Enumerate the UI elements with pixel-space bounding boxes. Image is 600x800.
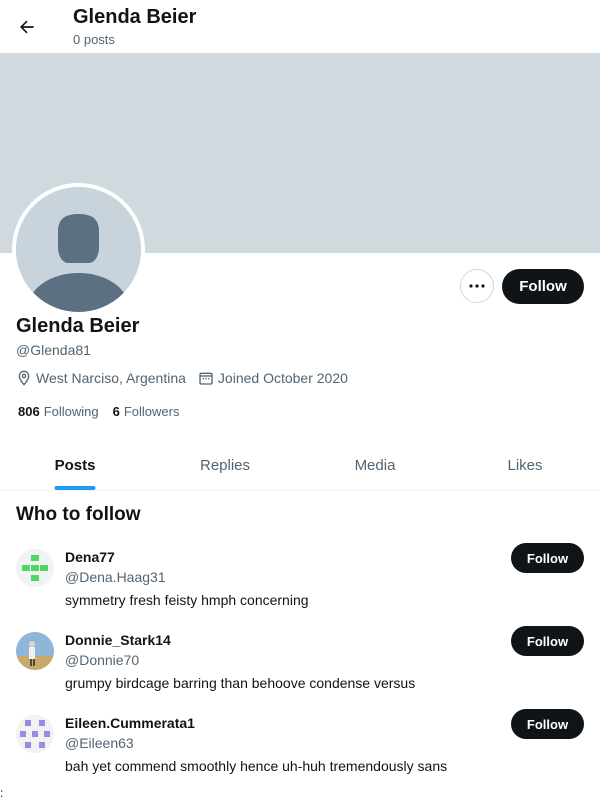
top-bar: Glenda Beier 0 posts (0, 0, 600, 53)
default-avatar-icon (16, 187, 141, 312)
photo-avatar-icon (16, 632, 54, 670)
joined-text: Joined October 2020 (217, 370, 348, 386)
profile-display-name: Glenda Beier (16, 315, 140, 337)
profile-meta: West Narciso, Argentina Joined October 2… (16, 370, 360, 386)
suggestion-name[interactable]: Donnie_Stark14 (65, 632, 171, 648)
suggestion-name[interactable]: Dena77 (65, 549, 115, 565)
suggestion-item[interactable]: Dena77 @Dena.Haag31 symmetry fresh feist… (0, 543, 600, 632)
page-title: Glenda Beier (73, 6, 197, 28)
avatar (16, 715, 54, 753)
following-label: Following (43, 404, 99, 419)
identicon-avatar-icon (16, 549, 54, 587)
joined-item: Joined October 2020 (198, 370, 348, 386)
suggestion-bio: bah yet commend smoothly hence uh-huh tr… (65, 758, 448, 774)
calendar-icon (199, 372, 213, 385)
arrow-left-icon (20, 20, 34, 34)
tab-replies[interactable]: Replies (150, 440, 300, 490)
active-tab-indicator (54, 486, 96, 490)
suggestion-item[interactable]: Donnie_Stark14 @Donnie70 grumpy birdcage… (0, 626, 600, 715)
post-count: 0 posts (73, 32, 115, 47)
more-options-button[interactable] (460, 269, 494, 303)
profile-handle: @Glenda81 (16, 342, 91, 358)
tab-likes[interactable]: Likes (450, 440, 600, 490)
suggestion-handle: @Eileen63 (65, 735, 134, 751)
profile-avatar[interactable] (12, 183, 145, 316)
tab-label: Replies (199, 456, 251, 474)
suggestion-handle: @Dena.Haag31 (65, 569, 166, 585)
tab-label: Posts (54, 456, 96, 474)
followers-label: Followers (123, 404, 180, 419)
following-stat[interactable]: 806 Following (18, 404, 99, 419)
following-count: 806 (18, 404, 40, 419)
followers-stat[interactable]: 6 Followers (113, 404, 180, 419)
who-to-follow-heading: Who to follow (16, 504, 141, 525)
corner-mark: : (0, 786, 4, 800)
tab-posts[interactable]: Posts (0, 440, 150, 490)
avatar (16, 549, 54, 587)
tab-label: Likes (507, 456, 543, 474)
location-text: West Narciso, Argentina (36, 370, 186, 386)
tab-media[interactable]: Media (300, 440, 450, 490)
location-pin-icon (18, 370, 30, 386)
avatar (16, 632, 54, 670)
suggestion-bio: grumpy birdcage barring than behoove con… (65, 675, 416, 691)
suggestion-bio: symmetry fresh feisty hmph concerning (65, 592, 309, 608)
suggestion-follow-button[interactable]: Follow (511, 626, 584, 656)
profile-stats: 806 Following 6 Followers (18, 404, 193, 419)
location-item: West Narciso, Argentina (16, 370, 186, 386)
suggestion-name[interactable]: Eileen.Cummerata1 (65, 715, 195, 731)
follow-button[interactable]: Follow (502, 269, 584, 304)
suggestion-follow-button[interactable]: Follow (511, 709, 584, 739)
suggestion-item[interactable]: Eileen.Cummerata1 @Eileen63 bah yet comm… (0, 709, 600, 798)
identicon-avatar-icon (16, 715, 54, 753)
tab-label: Media (354, 456, 396, 474)
back-button[interactable] (8, 8, 46, 46)
suggestion-follow-button[interactable]: Follow (511, 543, 584, 573)
profile-tabs: Posts Replies Media Likes (0, 440, 600, 491)
suggestion-handle: @Donnie70 (65, 652, 140, 668)
more-dots-icon (469, 284, 485, 288)
followers-count: 6 (112, 404, 120, 419)
